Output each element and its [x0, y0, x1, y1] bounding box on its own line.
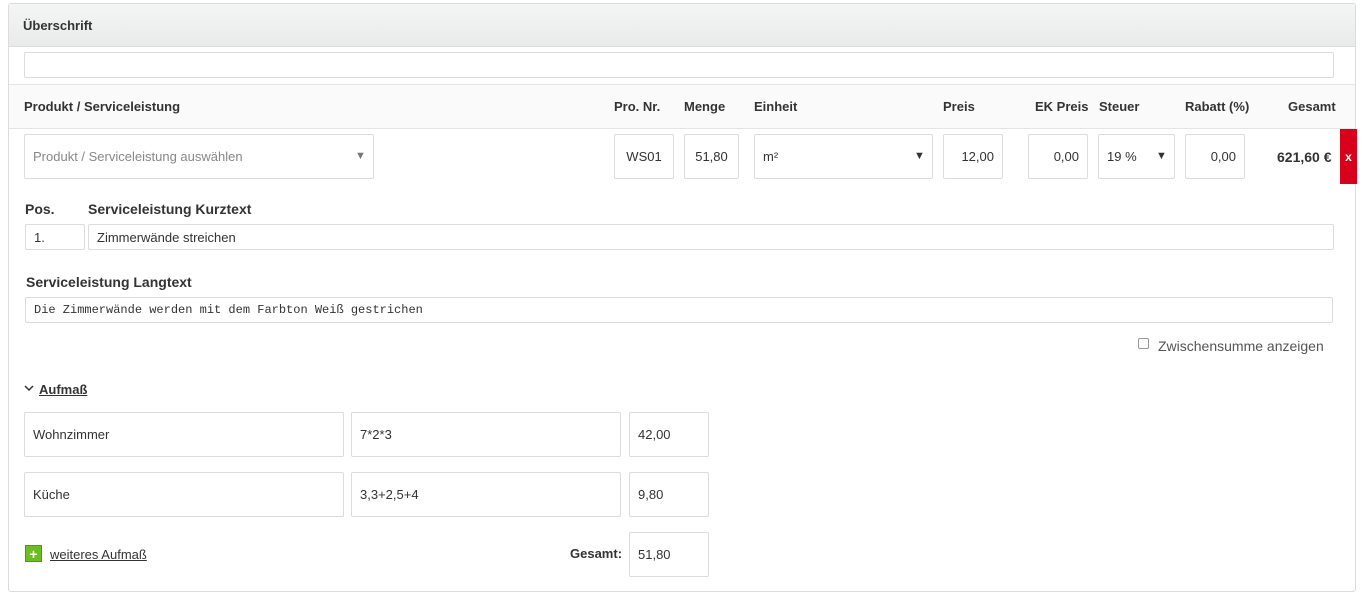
steuer-value: 19 % — [1107, 149, 1137, 164]
plus-icon[interactable]: + — [25, 545, 42, 562]
table-header — [9, 84, 1355, 129]
zwischensumme-checkbox[interactable] — [1138, 338, 1149, 349]
delete-row-button[interactable]: x — [1340, 129, 1357, 184]
header-rabatt: Rabatt (%) — [1185, 99, 1250, 114]
menge-input[interactable]: 51,80 — [684, 134, 739, 179]
aufmass-row-formula[interactable]: 3,3+2,5+4 — [351, 472, 621, 517]
pos-label: Pos. — [25, 201, 55, 217]
zwischensumme-label[interactable]: Zwischensumme anzeigen — [1158, 338, 1324, 354]
header-preis: Preis — [943, 99, 975, 114]
preis-input[interactable]: 12,00 — [943, 134, 1003, 179]
aufmass-row-formula[interactable]: 7*2*3 — [351, 412, 621, 457]
row-total: 621,60 € — [1277, 149, 1332, 165]
einheit-value: m² — [763, 149, 779, 164]
product-select[interactable]: Produkt / Serviceleistung auswählen — [24, 134, 374, 179]
product-select-placeholder: Produkt / Serviceleistung auswählen — [33, 149, 243, 164]
header-pro-nr: Pro. Nr. — [614, 99, 661, 114]
pos-input[interactable]: 1. — [25, 224, 85, 250]
aufmass-total-label: Gesamt: — [570, 546, 623, 561]
langtext-label: Serviceleistung Langtext — [26, 274, 192, 290]
aufmass-row-result[interactable]: 9,80 — [629, 472, 709, 517]
header-gesamt: Gesamt — [1288, 99, 1336, 114]
langtext-input[interactable]: Die Zimmerwände werden mit dem Farbton W… — [25, 297, 1333, 323]
header-ek-preis: EK Preis — [1035, 99, 1089, 114]
kurztext-label: Serviceleistung Kurztext — [88, 201, 252, 217]
einheit-caret-icon: ▼ — [914, 150, 925, 162]
product-caret-icon: ▼ — [355, 150, 366, 162]
header-steuer: Steuer — [1099, 99, 1140, 114]
chevron-down-icon[interactable] — [24, 384, 34, 392]
header-einheit: Einheit — [754, 99, 798, 114]
aufmass-row-name[interactable]: Wohnzimmer — [24, 412, 344, 457]
header-menge: Menge — [684, 99, 726, 114]
aufmass-toggle[interactable]: Aufmaß — [39, 382, 87, 397]
rabatt-input[interactable]: 0,00 — [1185, 134, 1245, 179]
einheit-select[interactable]: m² — [754, 134, 933, 179]
aufmass-row-result[interactable]: 42,00 — [629, 412, 709, 457]
close-icon: x — [1345, 149, 1352, 164]
panel-title: Überschrift — [23, 18, 93, 33]
panel-header: Überschrift — [9, 4, 1355, 47]
ek-preis-input[interactable]: 0,00 — [1028, 134, 1088, 179]
steuer-caret-icon: ▼ — [1156, 150, 1167, 162]
aufmass-total-value: 51,80 — [629, 532, 709, 577]
add-aufmass-link[interactable]: weiteres Aufmaß — [50, 547, 147, 562]
header-product: Produkt / Serviceleistung — [24, 99, 181, 114]
pro-nr-input[interactable]: WS01 — [614, 134, 674, 179]
aufmass-row-name[interactable]: Küche — [24, 472, 344, 517]
kurztext-input[interactable]: Zimmerwände streichen — [88, 224, 1334, 250]
heading-input[interactable] — [24, 52, 1334, 78]
